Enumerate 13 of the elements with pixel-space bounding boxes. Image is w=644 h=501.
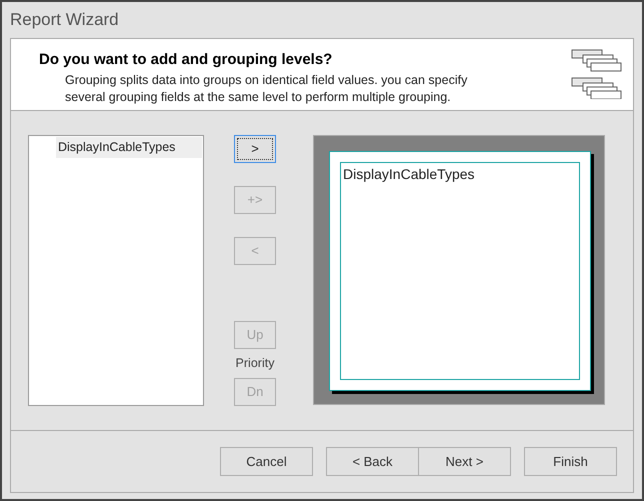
footer-button[interactable]: Finish	[524, 447, 617, 476]
footer-button[interactable]: < Back	[326, 447, 419, 476]
priority-label: Priority	[236, 355, 274, 372]
field-list[interactable]: DisplayInCableTypes	[28, 135, 204, 406]
footer-button[interactable]: Cancel	[220, 447, 313, 476]
window-title: Report Wizard	[10, 9, 119, 32]
header-description: Grouping splits data into groups on identical field values. you can specify several grouping fields at the same level to perform multiple grouping.	[64, 72, 468, 106]
footer-button[interactable]: Next >	[418, 447, 511, 476]
field-list-item[interactable]: DisplayInCableTypes	[56, 137, 202, 158]
header-title: Do you want to add and grouping levels?	[39, 50, 334, 70]
group-field-name: DisplayInCableTypes	[343, 166, 475, 182]
move-button[interactable]: >	[234, 135, 276, 163]
grouping-icon	[571, 49, 623, 99]
